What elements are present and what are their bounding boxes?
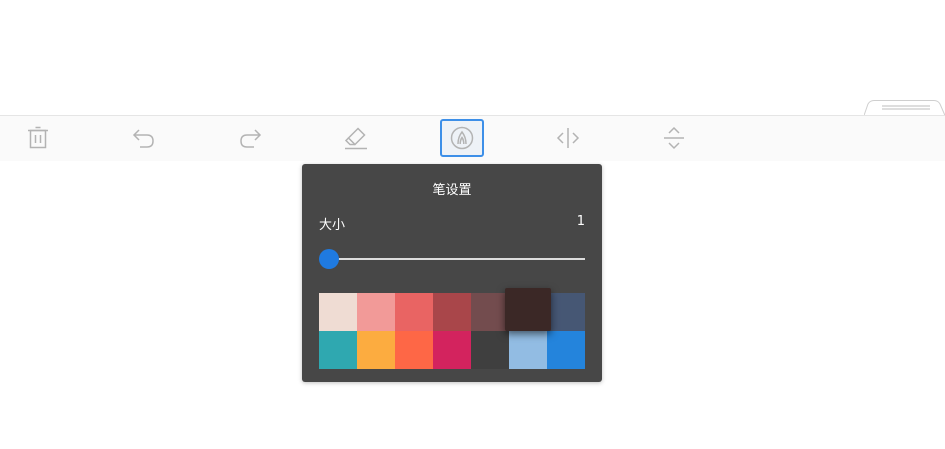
eraser-button[interactable] [334,119,378,157]
redo-icon [237,125,263,151]
vertical-resize-button[interactable] [652,119,696,157]
clear-button[interactable] [16,119,60,157]
pen-settings-popover: 笔设置 大小 1 [302,164,602,382]
slider-thumb[interactable] [319,249,339,269]
undo-button[interactable] [122,119,166,157]
color-swatch[interactable] [547,293,585,331]
trash-icon [25,125,51,151]
pen-button[interactable] [440,119,484,157]
color-swatch[interactable] [433,331,471,369]
pen-nib-icon [449,125,475,151]
size-slider[interactable] [319,248,585,270]
eraser-icon [343,125,369,151]
size-value: 1 [576,214,585,229]
horizontal-arrows-icon [555,125,581,151]
undo-icon [131,125,157,151]
slider-track [329,258,585,260]
horizontal-resize-button[interactable] [546,119,590,157]
color-swatch[interactable] [471,293,509,331]
drawing-toolbar [0,116,945,161]
color-swatch[interactable] [471,331,509,369]
color-swatch[interactable] [509,331,547,369]
drawing-page: 笔设置 大小 1 [0,0,945,449]
color-swatch-selected[interactable] [505,288,551,331]
color-swatch[interactable] [395,331,433,369]
popover-title: 笔设置 [432,183,472,198]
color-swatch[interactable] [395,293,433,331]
redo-button[interactable] [228,119,272,157]
color-swatch[interactable] [319,293,357,331]
vertical-arrows-icon [661,125,687,151]
color-swatch[interactable] [547,331,585,369]
color-swatch[interactable] [357,331,395,369]
panel-toggle-tab[interactable] [863,100,945,116]
size-label: 大小 [319,218,346,233]
color-swatch[interactable] [433,293,471,331]
color-swatch[interactable] [357,293,395,331]
color-swatch[interactable] [319,331,357,369]
color-palette [319,288,585,369]
